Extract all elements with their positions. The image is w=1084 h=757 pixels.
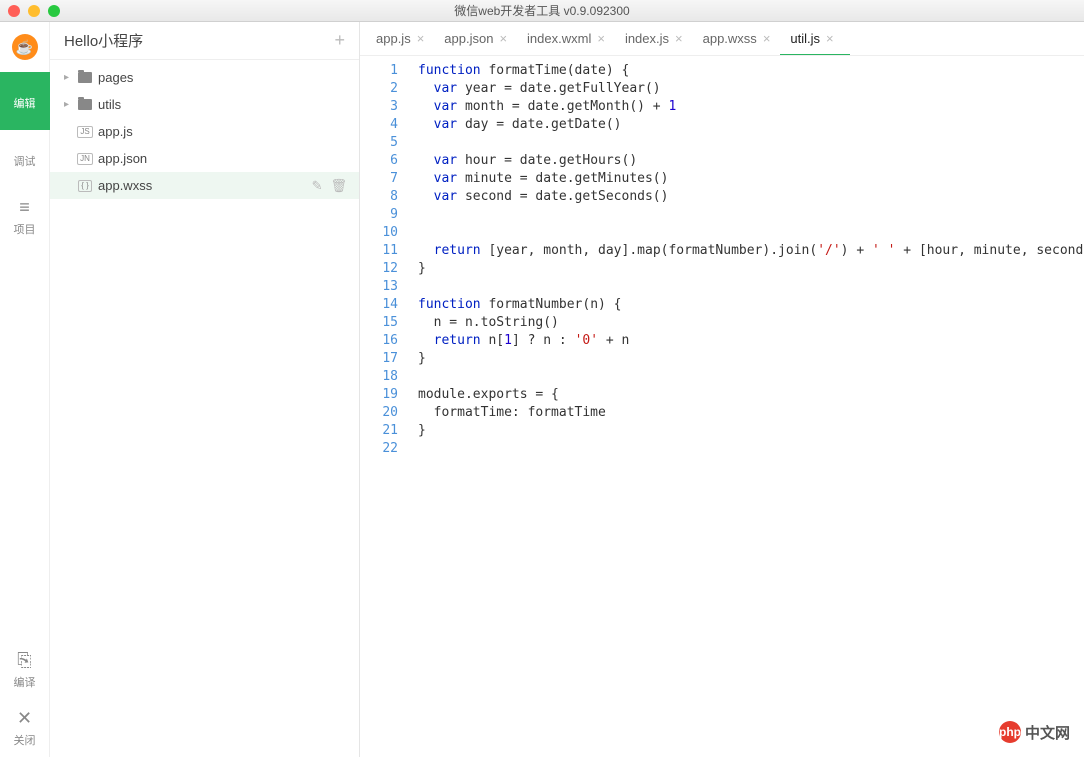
code-line: var second = date.getSeconds(): [418, 188, 1084, 206]
code-line: [418, 224, 1084, 242]
editor-tab[interactable]: app.js ×: [366, 22, 434, 56]
rail-icon: ≡: [19, 197, 30, 218]
tab-label: util.js: [790, 31, 820, 46]
editor-tab[interactable]: util.js ×: [780, 22, 849, 56]
code-line: n = n.toString(): [418, 314, 1084, 332]
chevron-right-icon: ▸: [64, 99, 76, 110]
watermark-badge: php: [999, 721, 1021, 743]
close-window-button[interactable]: [8, 5, 20, 17]
file-row[interactable]: JN app.json: [50, 145, 359, 172]
file-row[interactable]: { } app.wxss✎ 🗑: [50, 172, 359, 199]
code-line: var year = date.getFullYear(): [418, 80, 1084, 98]
code-line: [418, 440, 1084, 458]
tab-label: index.js: [625, 31, 669, 46]
zoom-window-button[interactable]: [48, 5, 60, 17]
code-content[interactable]: function formatTime(date) { var year = d…: [408, 56, 1084, 757]
rail-label: 关闭: [14, 732, 36, 748]
add-file-button[interactable]: +: [334, 30, 345, 51]
folder-icon: [76, 99, 94, 110]
folder-icon: [76, 72, 94, 83]
rail-project[interactable]: ≡ 项目: [0, 188, 50, 246]
editor-tab[interactable]: app.json ×: [434, 22, 517, 56]
code-line: var minute = date.getMinutes(): [418, 170, 1084, 188]
minimize-window-button[interactable]: [28, 5, 40, 17]
delete-icon[interactable]: 🗑: [330, 178, 347, 194]
app-logo: ☕: [0, 22, 50, 72]
code-line: }: [418, 260, 1084, 278]
cup-icon: ☕: [12, 34, 38, 60]
file-name: app.json: [98, 151, 359, 166]
file-explorer: Hello小程序 + ▸ pages ▸ utils JS app.js JN app.jso…: [50, 22, 360, 757]
editor-pane: app.js×app.json×index.wxml×index.js×app.…: [360, 22, 1084, 757]
file-name: pages: [98, 70, 359, 85]
code-line: module.exports = {: [418, 386, 1084, 404]
rail-label: 编辑: [14, 95, 36, 111]
editor-tab[interactable]: index.js ×: [615, 22, 693, 56]
file-tree: ▸ pages ▸ utils JS app.js JN app.json { } app.wxs…: [50, 60, 359, 757]
code-line: return [year, month, day].map(formatNumb…: [418, 242, 1084, 260]
code-line: function formatTime(date) {: [418, 62, 1084, 80]
window-title: 微信web开发者工具 v0.9.092300: [0, 2, 1084, 19]
line-gutter: 12345678910111213141516171819202122: [360, 56, 408, 757]
tab-label: app.js: [376, 31, 411, 46]
tab-label: app.wxss: [703, 31, 757, 46]
rail-label: 编译: [14, 674, 36, 690]
code-line: formatTime: formatTime: [418, 404, 1084, 422]
close-tab-icon[interactable]: ×: [417, 31, 425, 46]
titlebar: 微信web开发者工具 v0.9.092300: [0, 0, 1084, 22]
close-tab-icon[interactable]: ×: [826, 31, 834, 46]
code-line: var day = date.getDate(): [418, 116, 1084, 134]
rail-label: 项目: [14, 221, 36, 237]
code-line: }: [418, 350, 1084, 368]
code-line: }: [418, 422, 1084, 440]
activity-bar: ☕ 编辑调试 ≡ 项目 ⎘ 编译 ✕ 关闭: [0, 22, 50, 757]
file-badge: { }: [76, 180, 94, 192]
code-line: return n[1] ? n : '0' + n: [418, 332, 1084, 350]
code-line: [418, 206, 1084, 224]
rail-icon: ⎘: [17, 650, 31, 671]
rail-edit[interactable]: 编辑: [0, 72, 50, 130]
close-tab-icon[interactable]: ×: [499, 31, 507, 46]
file-badge: JS: [76, 126, 94, 138]
edit-icon[interactable]: ✎: [312, 178, 323, 194]
folder-row[interactable]: ▸ utils: [50, 91, 359, 118]
code-line: [418, 134, 1084, 152]
rail-debug[interactable]: 调试: [0, 130, 50, 188]
window-controls: [8, 5, 60, 17]
folder-row[interactable]: ▸ pages: [50, 64, 359, 91]
tab-label: index.wxml: [527, 31, 591, 46]
watermark: php 中文网: [999, 721, 1070, 743]
file-name: app.wxss: [98, 178, 312, 193]
project-title: Hello小程序: [64, 30, 143, 51]
code-line: var hour = date.getHours(): [418, 152, 1084, 170]
editor-tab[interactable]: index.wxml ×: [517, 22, 615, 56]
editor-tabs: app.js×app.json×index.wxml×index.js×app.…: [360, 22, 1084, 56]
rail-compile[interactable]: ⎘ 编译: [0, 641, 50, 699]
file-row[interactable]: JS app.js: [50, 118, 359, 145]
project-header: Hello小程序 +: [50, 22, 359, 60]
watermark-text: 中文网: [1025, 722, 1070, 743]
code-line: var month = date.getMonth() + 1: [418, 98, 1084, 116]
file-name: app.js: [98, 124, 359, 139]
rail-label: 调试: [14, 153, 36, 169]
chevron-right-icon: ▸: [64, 72, 76, 83]
rail-icon: ✕: [17, 708, 32, 729]
close-tab-icon[interactable]: ×: [763, 31, 771, 46]
tab-label: app.json: [444, 31, 493, 46]
rail-close[interactable]: ✕ 关闭: [0, 699, 50, 757]
close-tab-icon[interactable]: ×: [675, 31, 683, 46]
file-badge: JN: [76, 153, 94, 165]
code-editor[interactable]: 12345678910111213141516171819202122 func…: [360, 56, 1084, 757]
code-line: function formatNumber(n) {: [418, 296, 1084, 314]
editor-tab[interactable]: app.wxss ×: [693, 22, 781, 56]
file-name: utils: [98, 97, 359, 112]
close-tab-icon[interactable]: ×: [597, 31, 605, 46]
code-line: [418, 368, 1084, 386]
code-line: [418, 278, 1084, 296]
